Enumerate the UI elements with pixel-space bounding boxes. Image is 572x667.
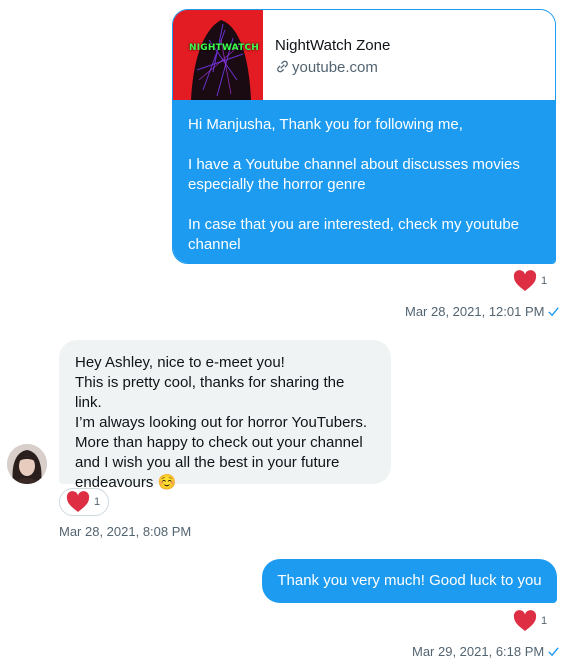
checkmark-icon xyxy=(548,307,560,317)
heart-icon xyxy=(66,491,90,512)
reaction-count: 1 xyxy=(94,496,101,508)
message-timestamp: Mar 28, 2021, 12:01 PM xyxy=(405,304,545,319)
message-line: Hey Ashley, nice to e-meet you! xyxy=(75,354,285,371)
message-line: I’m always looking out for horror YouTub… xyxy=(75,414,368,431)
heart-icon xyxy=(513,270,537,291)
reaction-count: 1 xyxy=(541,275,548,287)
message-timestamp: Mar 29, 2021, 6:18 PM xyxy=(412,644,545,659)
message-meta: Mar 28, 2021, 12:01 PM xyxy=(405,304,560,319)
message-reaction[interactable]: 1 xyxy=(512,610,547,632)
link-title[interactable]: NightWatch Zone xyxy=(275,37,390,54)
incoming-message[interactable]: Hey Ashley, nice to e-meet you! This is … xyxy=(59,340,391,491)
message-line: endeavours ☺️ xyxy=(75,474,177,491)
message-reaction[interactable]: 1 xyxy=(59,488,110,516)
message-text: Hi Manjusha, Thank you for following me,… xyxy=(173,100,555,263)
outgoing-message[interactable]: Thank you very much! Good luck to you xyxy=(262,559,557,603)
reaction-count: 1 xyxy=(541,615,548,627)
message-meta: Mar 29, 2021, 6:18 PM xyxy=(412,644,560,659)
heart-icon xyxy=(513,610,537,631)
message-line: More than happy to check out your channe… xyxy=(75,434,363,451)
link-thumbnail: NIGHTWATCH xyxy=(173,10,263,100)
channel-logo-text: NIGHTWATCH xyxy=(189,43,260,53)
link-domain: youtube.com xyxy=(292,59,378,76)
message-line: and I wish you all the best in your futu… xyxy=(75,454,340,471)
message-line: This is pretty cool, thanks for sharing … xyxy=(75,374,345,411)
message-paragraph: In case that you are interested, check m… xyxy=(188,216,520,253)
link-domain-row[interactable]: youtube.com xyxy=(275,59,378,78)
link-icon xyxy=(275,59,290,78)
message-reaction[interactable]: 1 xyxy=(512,270,547,292)
message-paragraph: Hi Manjusha, Thank you for following me, xyxy=(188,116,463,133)
link-preview-message[interactable]: NIGHTWATCH NightWatch Zone youtube.com H… xyxy=(172,9,556,264)
link-preview-card[interactable]: NIGHTWATCH NightWatch Zone youtube.com xyxy=(173,10,555,100)
message-timestamp: Mar 28, 2021, 8:08 PM xyxy=(59,524,192,539)
avatar[interactable] xyxy=(7,444,47,484)
checkmark-icon xyxy=(548,647,559,657)
message-paragraph: I have a Youtube channel about discusses… xyxy=(188,156,520,193)
